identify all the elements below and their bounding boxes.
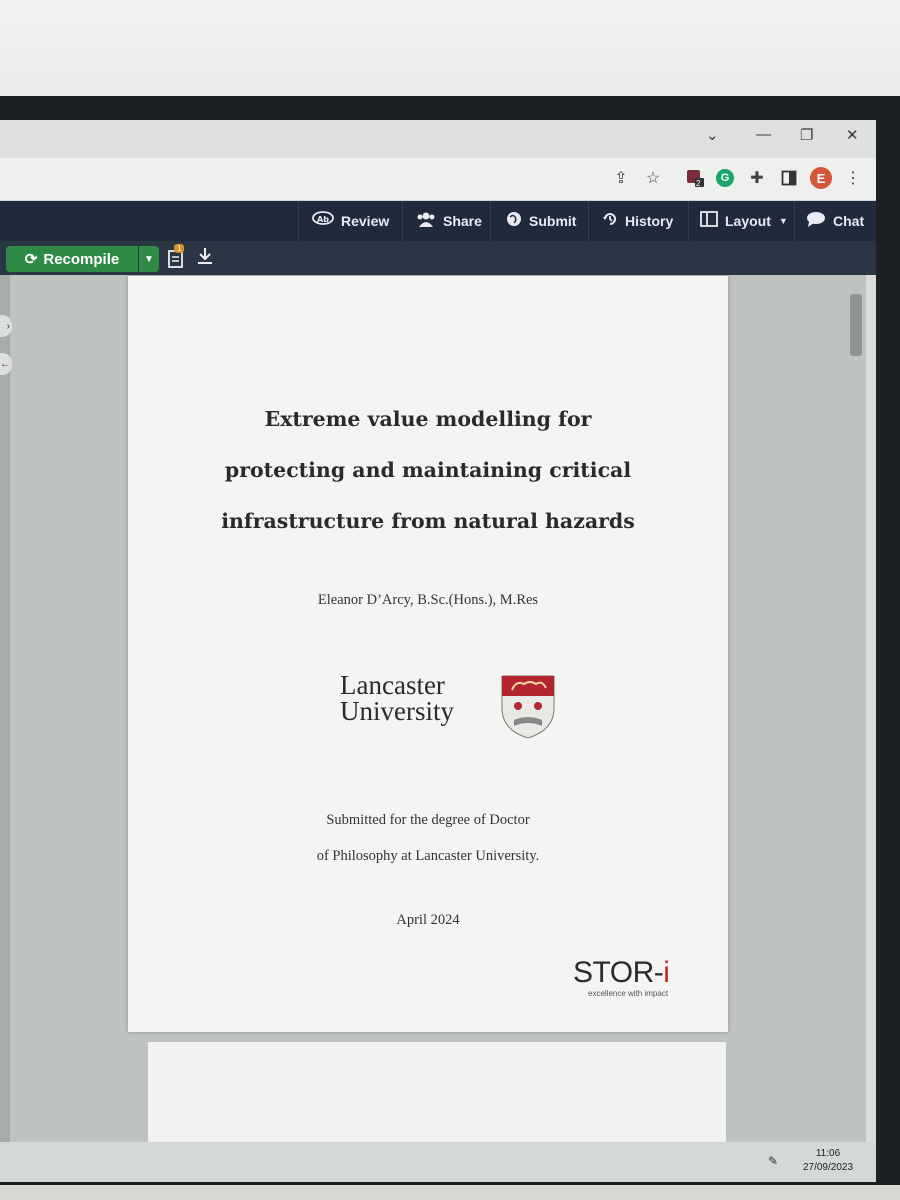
puzzle-icon[interactable]: ✚ <box>746 167 768 189</box>
history-icon <box>602 211 618 231</box>
caret-down-icon: ▼ <box>778 216 788 226</box>
browser-toolbar: ⇪ ☆ 2 G ✚ E ⋮ <box>0 158 876 201</box>
close-icon[interactable]: ✕ <box>846 126 859 144</box>
screen: ⌄ — ❐ ✕ ⇪ ☆ 2 G ✚ E ⋮ Ab Review Share Su… <box>0 120 876 1182</box>
submission-statement: Submitted for the degree of Doctor of Ph… <box>316 812 540 864</box>
refresh-icon: ⟳ <box>24 251 38 268</box>
review-icon: Ab <box>312 211 334 231</box>
nav-divider <box>688 201 689 241</box>
nav-divider <box>298 201 299 241</box>
layout-dropdown[interactable]: Layout ▼ <box>700 201 788 241</box>
recompile-options-dropdown[interactable]: ▼ <box>139 246 159 272</box>
menu-icon[interactable]: ⋮ <box>842 167 864 189</box>
stor-i-logo: STOR-i excellence with impact <box>573 956 670 998</box>
globe-icon <box>506 211 522 231</box>
chat-icon <box>806 211 826 231</box>
pdf-scrollbar-thumb[interactable] <box>850 294 862 356</box>
chat-button[interactable]: Chat <box>806 201 864 241</box>
chevron-down-icon[interactable]: ⌄ <box>706 126 719 144</box>
star-icon[interactable]: ☆ <box>642 167 664 189</box>
extension-badge-count: 2 <box>696 179 701 188</box>
editor-collapse-rail: › ← <box>0 275 12 1182</box>
nav-divider <box>794 201 795 241</box>
nav-divider <box>588 201 589 241</box>
document-title: Extreme value modelling for protecting a… <box>221 407 635 533</box>
document-author: Eleanor D’Arcy, B.Sc.(Hons.), M.Res <box>317 592 539 608</box>
history-button[interactable]: History <box>602 201 673 241</box>
university-crest-icon <box>501 675 555 739</box>
sidepanel-icon[interactable] <box>778 167 800 189</box>
restore-icon[interactable]: ❐ <box>800 126 813 144</box>
share-icon[interactable]: ⇪ <box>610 167 632 189</box>
review-button[interactable]: Ab Review <box>312 201 389 241</box>
grammarly-icon[interactable]: G <box>714 167 736 189</box>
minimize-icon[interactable]: — <box>756 126 771 143</box>
share-button[interactable]: Share <box>416 201 482 241</box>
overleaf-nav: Ab Review Share Submit History Layout ▼ … <box>0 201 876 241</box>
extension-badge-icon[interactable] <box>684 167 706 189</box>
university-logo: Lancaster University <box>340 672 560 744</box>
download-icon[interactable] <box>197 247 213 269</box>
background-wall <box>0 0 900 100</box>
desk-surface <box>0 1185 900 1200</box>
recompile-button[interactable]: ⟳ Recompile <box>6 246 138 272</box>
profile-avatar[interactable]: E <box>810 167 832 189</box>
nav-divider <box>490 201 491 241</box>
layout-icon <box>700 211 718 231</box>
pen-icon[interactable]: ✎ <box>768 1154 778 1168</box>
nav-divider <box>402 201 403 241</box>
svg-text:Ab: Ab <box>317 215 329 224</box>
submit-button[interactable]: Submit <box>506 201 576 241</box>
pdf-page: Extreme value modelling for protecting a… <box>128 276 728 1032</box>
document-date: April 2024 <box>396 912 460 928</box>
taskbar: ✎ 11:06 27/09/2023 <box>0 1142 876 1182</box>
pdf-toolbar: ⟳ Recompile ▼ 1 <box>0 241 876 275</box>
logs-badge: 1 <box>174 244 185 253</box>
share-users-icon <box>416 211 436 231</box>
taskbar-clock[interactable]: 11:06 27/09/2023 <box>786 1147 870 1175</box>
university-logo-text: Lancaster University <box>340 670 454 726</box>
stor-i-tagline: excellence with impact <box>588 989 669 998</box>
window-titlebar: ⌄ — ❐ ✕ <box>0 120 876 158</box>
